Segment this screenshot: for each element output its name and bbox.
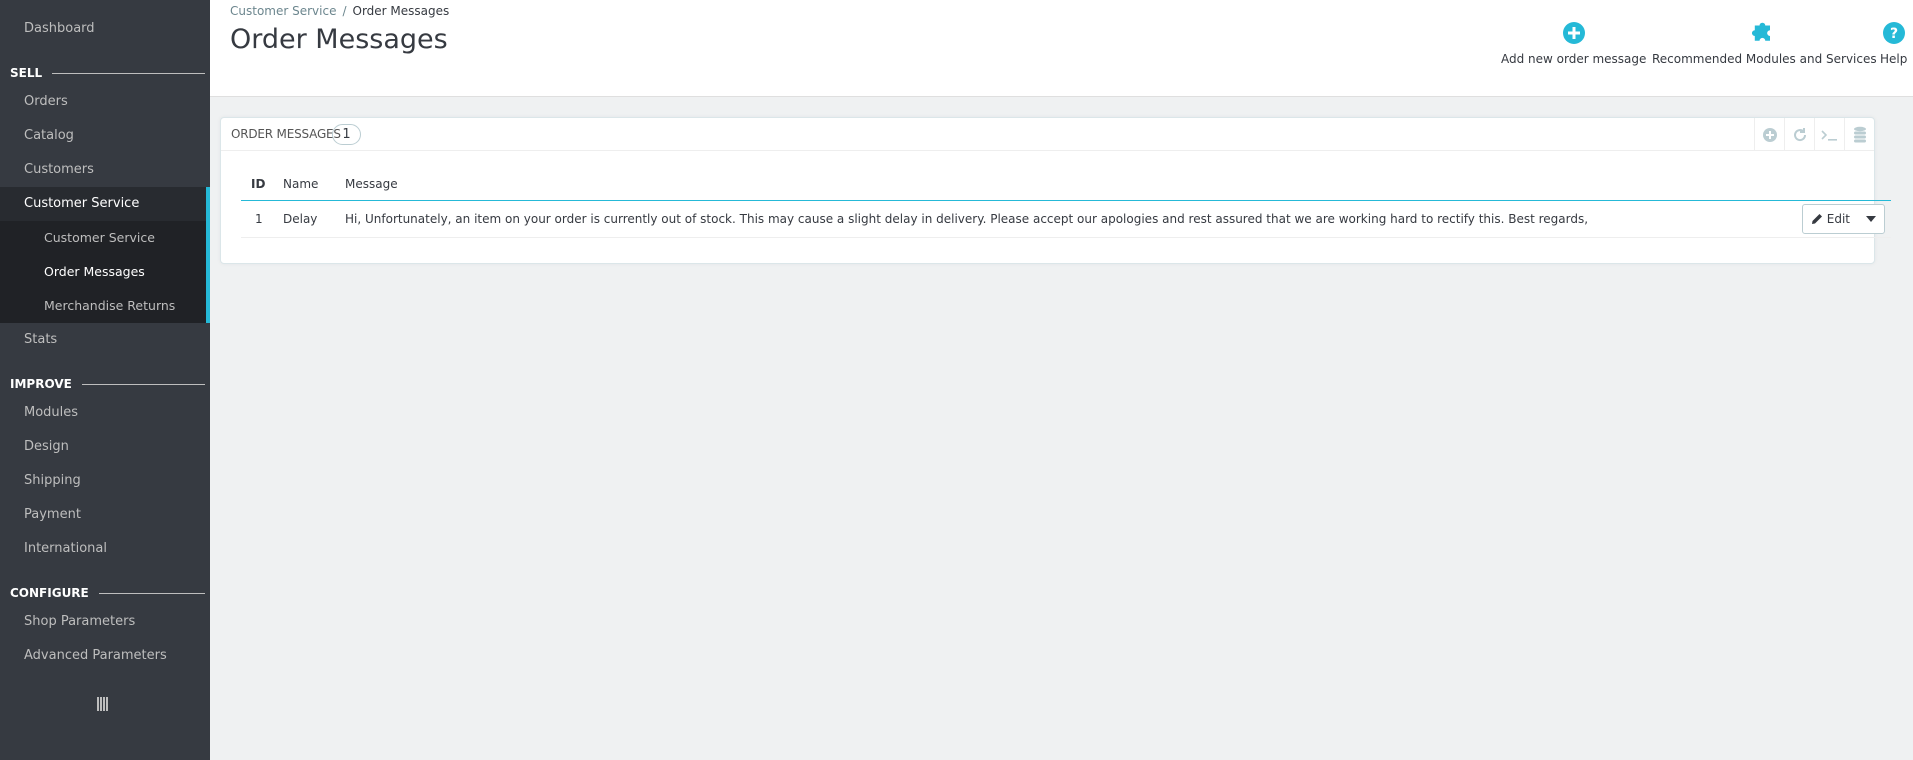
column-header-message[interactable]: Message [345,177,398,191]
section-divider [98,592,205,594]
sidebar: Dashboard SELL Orders Catalog Customers … [0,0,210,760]
breadcrumb: Customer Service / Order Messages [230,4,449,18]
breadcrumb-separator: / [342,4,347,18]
section-sell-label: SELL [10,66,43,80]
page-title: Order Messages [230,24,448,55]
plus-circle-icon [1562,20,1586,46]
refresh-icon[interactable] [1784,118,1814,151]
panel-title: ORDER MESSAGES [231,127,341,141]
database-icon[interactable] [1844,118,1874,151]
cell-name: Delay [283,212,318,226]
chevron-down-icon[interactable] [1858,205,1884,233]
edit-button[interactable]: Edit [1803,205,1858,233]
question-circle-icon: ? [1882,20,1906,46]
help-button[interactable]: ? Help [1880,20,1907,66]
recommended-modules-button[interactable]: Recommended Modules and Services [1652,20,1877,66]
sidebar-item-design[interactable]: Design [0,430,210,464]
sidebar-item-international[interactable]: International [0,532,210,566]
column-header-name[interactable]: Name [283,177,318,191]
section-configure: CONFIGURE [10,583,205,603]
sidebar-item-advanced-parameters[interactable]: Advanced Parameters [0,639,210,673]
edit-label: Edit [1826,212,1850,226]
sidebar-item-modules[interactable]: Modules [0,396,210,430]
add-order-message-button[interactable]: Add new order message [1501,20,1646,66]
panel-heading: ORDER MESSAGES 1 [221,118,1874,151]
pencil-icon [1811,214,1822,224]
breadcrumb-current: Order Messages [352,4,450,18]
svg-text:?: ? [1890,26,1898,42]
add-order-message-label: Add new order message [1501,52,1647,66]
sidebar-subitem-order-messages[interactable]: Order Messages [0,255,210,289]
section-divider [52,72,205,74]
section-improve: IMPROVE [10,374,205,394]
section-sell: SELL [10,63,205,83]
sidebar-subitem-customer-service[interactable]: Customer Service [0,221,210,255]
section-configure-label: CONFIGURE [10,586,89,600]
table-header: ID Name Message [241,166,1891,201]
sidebar-item-shop-parameters[interactable]: Shop Parameters [0,605,210,639]
puzzle-icon [1751,20,1777,46]
cell-id: 1 [255,212,263,226]
table-row[interactable]: 1 Delay Hi, Unfortunately, an item on yo… [241,201,1891,238]
breadcrumb-link[interactable]: Customer Service [230,4,336,18]
add-new-icon[interactable] [1754,118,1784,151]
section-divider [81,383,205,385]
section-improve-label: IMPROVE [10,377,72,391]
sidebar-subitem-merchandise-returns[interactable]: Merchandise Returns [0,289,210,323]
page-header: Customer Service / Order Messages Order Me… [210,0,1913,97]
panel-toolbar [1754,118,1874,151]
sidebar-item-stats[interactable]: Stats [0,323,210,357]
row-actions: Edit [1801,204,1885,234]
order-messages-panel: ORDER MESSAGES 1 ID Name Message 1 Delay [220,117,1891,264]
sidebar-item-dashboard[interactable]: Dashboard [0,12,210,46]
sql-query-icon[interactable] [1814,118,1844,151]
order-messages-table: ID Name Message 1 Delay Hi, Unfortunatel… [241,166,1891,238]
count-badge: 1 [332,124,361,145]
sidebar-collapse-icon[interactable] [97,697,113,713]
sidebar-item-customer-service[interactable]: Customer Service [0,187,210,221]
column-header-id[interactable]: ID [251,177,265,191]
sidebar-item-orders[interactable]: Orders [0,85,210,119]
sidebar-item-customers[interactable]: Customers [0,153,210,187]
sidebar-item-payment[interactable]: Payment [0,498,210,532]
help-label: Help [1880,52,1908,66]
sidebar-item-shipping[interactable]: Shipping [0,464,210,498]
sidebar-item-catalog[interactable]: Catalog [0,119,210,153]
recommended-modules-label: Recommended Modules and Services [1652,52,1877,66]
cell-message: Hi, Unfortunately, an item on your order… [345,212,1589,226]
